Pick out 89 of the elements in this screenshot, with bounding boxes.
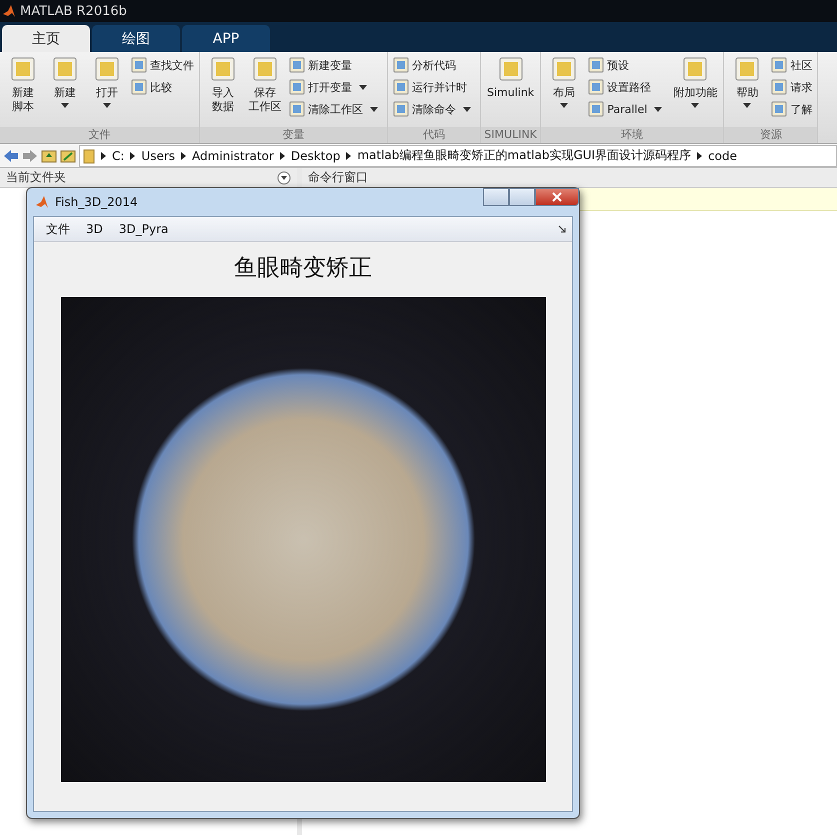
tool-icon <box>588 57 604 73</box>
tool-icon <box>681 56 710 82</box>
matlab-logo-icon <box>2 4 16 18</box>
figure-title: Fish_3D_2014 <box>55 195 138 209</box>
browse-folder-icon[interactable] <box>60 148 76 162</box>
ribbon-button[interactable]: 布局 <box>544 54 584 113</box>
ribbon-button[interactable]: 分析代码 <box>391 55 477 75</box>
group-label: 环境 <box>541 127 724 143</box>
breadcrumb-separator-icon <box>181 152 186 160</box>
ribbon-button[interactable]: 请求 <box>769 77 814 97</box>
ribbon-button[interactable]: 社区 <box>769 55 814 75</box>
tool-icon <box>496 56 525 82</box>
minimize-button[interactable] <box>483 188 509 206</box>
tool-icon <box>733 56 762 82</box>
tool-icon <box>289 101 305 117</box>
tool-icon <box>393 57 409 73</box>
menu-item[interactable]: 文件 <box>40 220 76 238</box>
tool-icon <box>209 56 237 82</box>
tool-icon <box>289 79 305 95</box>
ribbon-button[interactable]: 设置路径 <box>586 77 668 97</box>
breadcrumb-separator-icon <box>280 152 285 160</box>
forward-arrow-icon[interactable] <box>22 148 38 162</box>
breadcrumb[interactable]: C: <box>112 148 124 162</box>
ribbon-button[interactable]: 保存 工作区 <box>245 54 285 116</box>
folder-icon <box>83 148 95 164</box>
panel-title: 当前文件夹 <box>6 169 66 186</box>
ribbon-button[interactable]: 新建 脚本 <box>3 54 43 116</box>
ribbon-tab[interactable]: 绘图 <box>92 25 180 52</box>
window-title: MATLAB R2016b <box>20 4 127 18</box>
ribbon-tab[interactable]: APP <box>182 25 270 52</box>
menu-item[interactable]: 3D <box>80 222 109 236</box>
panel-title: 命令行窗口 <box>308 169 368 186</box>
tool-icon <box>393 101 409 117</box>
menu-item[interactable]: 3D_Pyra <box>112 222 174 236</box>
tool-icon <box>588 101 604 117</box>
ribbon-tab[interactable]: 主页 <box>2 25 90 52</box>
close-button[interactable] <box>535 188 579 206</box>
tool-icon <box>771 57 788 73</box>
axes-title: 鱼眼畸变矫正 <box>234 254 372 283</box>
breadcrumb-separator-icon <box>130 152 136 160</box>
tool-icon <box>588 79 604 95</box>
tool-icon <box>251 56 279 82</box>
ribbon-button[interactable]: 附加功能 <box>670 54 720 113</box>
breadcrumb-separator-icon <box>101 152 106 160</box>
back-arrow-icon[interactable] <box>3 148 19 162</box>
group-label: SIMULINK <box>481 127 540 143</box>
breadcrumb[interactable]: Desktop <box>290 148 340 162</box>
breadcrumb[interactable]: Administrator <box>192 148 274 162</box>
breadcrumb[interactable]: code <box>708 148 738 162</box>
path-field[interactable]: C: Users Administrator Desktop matlab编程鱼眼畸变矫正的matlab实现GUI界面设计源码程序 code <box>79 144 837 166</box>
ribbon-button[interactable]: 打开 <box>87 54 127 113</box>
ribbon-button[interactable]: 打开变量 <box>287 77 384 97</box>
tool-icon <box>93 56 121 82</box>
tool-icon <box>771 79 788 95</box>
ribbon-button[interactable]: 比较 <box>129 77 196 97</box>
ribbon-button[interactable]: 清除工作区 <box>287 99 384 119</box>
group-label: 文件 <box>0 127 199 143</box>
group-label: 代码 <box>388 127 480 143</box>
matlab-logo-icon <box>35 195 49 209</box>
tool-icon <box>771 101 788 117</box>
ribbon-button[interactable]: 帮助 <box>727 54 768 113</box>
dropdown-circle-icon[interactable] <box>277 170 291 184</box>
tool-icon <box>393 79 409 95</box>
tool-icon <box>550 56 578 82</box>
tool-icon <box>131 57 147 73</box>
ribbon-button[interactable]: 预设 <box>586 55 668 75</box>
maximize-button[interactable] <box>509 188 535 206</box>
ribbon-button[interactable]: 了解 <box>769 99 814 119</box>
ribbon-button[interactable]: Parallel <box>586 99 668 119</box>
breadcrumb-separator-icon <box>346 152 352 160</box>
group-label: 资源 <box>724 127 818 143</box>
tool-icon <box>131 79 147 95</box>
ribbon-button[interactable]: 导入 数据 <box>203 54 243 116</box>
breadcrumb[interactable]: matlab编程鱼眼畸变矫正的matlab实现GUI界面设计源码程序 <box>357 147 692 164</box>
close-icon <box>552 192 562 202</box>
tool-icon <box>51 56 79 82</box>
ribbon-button[interactable]: 新建 <box>45 54 85 113</box>
ribbon-button[interactable]: 查找文件 <box>129 55 196 75</box>
tool-icon <box>289 57 305 73</box>
breadcrumb[interactable]: Users <box>141 148 176 162</box>
ribbon-button[interactable]: 清除命令 <box>391 99 477 119</box>
dock-arrow-icon[interactable] <box>558 225 566 233</box>
tool-icon <box>9 56 37 82</box>
group-label: 变量 <box>200 127 387 143</box>
breadcrumb-separator-icon <box>697 152 702 160</box>
ribbon-button[interactable]: Simulink <box>484 54 538 102</box>
ribbon-button[interactable]: 运行并计时 <box>391 77 477 97</box>
up-folder-icon[interactable] <box>41 148 57 162</box>
ribbon-button[interactable]: 新建变量 <box>287 55 384 75</box>
